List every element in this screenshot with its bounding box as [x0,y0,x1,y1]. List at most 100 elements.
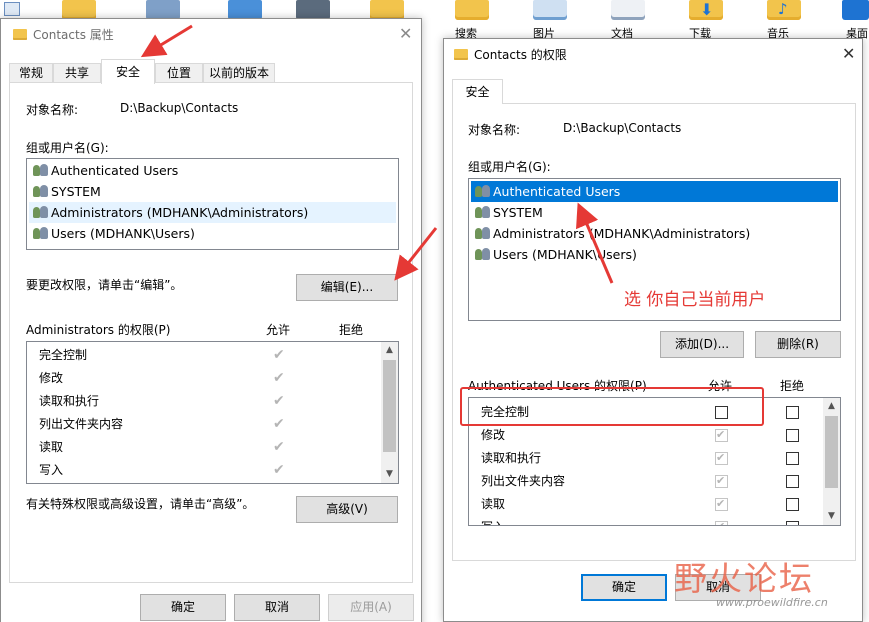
group-users-label: 组或用户名(G): [26,141,109,155]
tab-security[interactable]: 安全 [101,59,155,84]
permission-scrollbar[interactable]: ▲ ▼ [823,398,840,525]
documents-icon [611,0,645,20]
scroll-thumb[interactable] [825,416,838,488]
permission-write: 写入 [481,516,505,525]
music-note-icon: ♪ [778,0,788,18]
tab-general[interactable]: 常规 [9,63,53,83]
document-icon [4,2,20,16]
remove-button[interactable]: 删除(R) [755,331,841,358]
desktop-icon-search[interactable]: 搜索 [452,0,492,42]
star-folder-icon [370,0,404,20]
deny-write-checkbox[interactable] [786,521,799,525]
edit-hint-text: 要更改权限，请单击“编辑”。 [26,278,183,292]
list-item[interactable]: Users (MDHANK\Users) [471,244,838,265]
apply-button[interactable]: 应用(A) [328,594,414,621]
group-users-label: 组或用户名(G): [468,160,551,174]
checkmark-icon: ✔ [716,520,725,525]
allow-read-checkbox[interactable]: ✔ [715,497,728,511]
permission-read-execute: 读取和执行 [39,394,100,408]
ok-button[interactable]: 确定 [581,574,667,601]
deny-read-execute-checkbox[interactable] [786,452,799,465]
properties-dialog: Contacts 属性 ✕ 常规 共享 安全 位置 以前的版本 对象名称: D:… [0,18,422,622]
folder-icon [13,29,27,40]
deny-full-control-checkbox[interactable] [786,406,799,419]
permission-read: 读取 [39,440,64,454]
checkmark-icon: ✔ [716,497,726,510]
permission-read: 读取 [481,497,506,511]
tab-security[interactable]: 安全 [452,79,503,104]
properties-title: Contacts 属性 [33,28,114,42]
scroll-up-icon[interactable]: ▲ [823,398,840,415]
ok-button[interactable]: 确定 [140,594,226,621]
user-list[interactable]: Authenticated Users SYSTEM Administrator… [26,158,399,250]
video-icon [296,0,330,20]
allow-write-checkbox[interactable]: ✔ [715,520,728,525]
advanced-button[interactable]: 高级(V) [296,496,398,523]
folder-icon [454,49,468,60]
permissions-header: Administrators 的权限(P) [26,323,171,337]
list-item-selected[interactable]: Authenticated Users [471,181,838,202]
permissions-panel: 对象名称: D:\Backup\Contacts 组或用户名(G): Authe… [452,103,856,561]
desktop-icon-desktop[interactable]: 桌面 [838,0,869,42]
deny-modify-checkbox[interactable] [786,429,799,442]
list-item[interactable]: Administrators (MDHANK\Administrators) [29,202,396,223]
deny-list-folder-checkbox[interactable] [786,475,799,488]
users-icon [33,164,49,177]
scroll-down-icon[interactable]: ▼ [381,466,398,483]
permission-read-execute: 读取和执行 [481,451,542,465]
permission-list-folder: 列出文件夹内容 [39,417,124,431]
list-item[interactable]: SYSTEM [471,202,838,223]
permission-modify: 修改 [481,428,506,442]
tab-sharing[interactable]: 共享 [53,63,101,83]
checkmark-icon: ✔ [716,451,726,464]
checkmark-icon: ✔ [273,347,285,363]
users-icon [33,185,49,198]
watermark-brand: 野火论坛 [674,559,814,598]
search-folder-icon [455,0,489,20]
desktop-icon-pictures[interactable]: 图片 [530,0,570,42]
object-name-label: 对象名称: [468,123,521,137]
object-name-value: D:\Backup\Contacts [120,101,239,115]
allow-modify-checkbox[interactable]: ✔ [715,428,728,442]
pictures-icon [533,0,567,20]
permissions-titlebar: Contacts 的权限 ✕ [444,39,862,69]
checkmark-icon: ✔ [273,462,285,478]
users-icon [475,206,491,219]
close-icon[interactable]: ✕ [399,26,412,42]
edit-button[interactable]: 编辑(E)... [296,274,398,301]
list-item[interactable]: Authenticated Users [29,160,396,181]
folder-icon [146,0,180,20]
allow-list-folder-checkbox[interactable]: ✔ [715,474,728,488]
checkmark-icon: ✔ [716,428,726,441]
full-control-highlight [460,387,764,426]
desktop-icon-music[interactable]: ♪ 音乐 [764,0,804,42]
allow-read-execute-checkbox[interactable]: ✔ [715,451,728,465]
cancel-button[interactable]: 取消 [234,594,320,621]
scroll-up-icon[interactable]: ▲ [381,342,398,359]
list-item[interactable]: Administrators (MDHANK\Administrators) [471,223,838,244]
desktop-icon-documents[interactable]: 文档 [608,0,648,42]
close-icon[interactable]: ✕ [842,46,855,62]
checkmark-icon: ✔ [273,370,285,386]
list-item[interactable]: Users (MDHANK\Users) [29,223,396,244]
deny-read-checkbox[interactable] [786,498,799,511]
object-name-value: D:\Backup\Contacts [563,121,682,135]
checkmark-icon: ✔ [273,439,285,455]
security-panel: 对象名称: D:\Backup\Contacts 组或用户名(G): Authe… [9,82,413,583]
tab-previous-versions[interactable]: 以前的版本 [203,63,275,83]
down-arrow-icon: ⬇ [700,0,714,19]
desktop-icon-downloads[interactable]: ⬇ 下载 [686,0,726,42]
list-item[interactable]: SYSTEM [29,181,396,202]
properties-tabs: 常规 共享 安全 位置 以前的版本 [9,59,413,84]
permission-full-control: 完全控制 [39,348,88,362]
permission-modify: 修改 [39,371,64,385]
desktop-folder-icon [842,0,869,20]
object-name-label: 对象名称: [26,103,79,117]
add-button[interactable]: 添加(D)... [660,331,744,358]
tab-location[interactable]: 位置 [155,63,203,83]
permission-list-folder: 列出文件夹内容 [481,474,566,488]
scroll-thumb[interactable] [383,360,396,452]
permission-scrollbar[interactable]: ▲ ▼ [381,342,398,483]
scroll-down-icon[interactable]: ▼ [823,508,840,525]
folder-icon [62,0,96,20]
